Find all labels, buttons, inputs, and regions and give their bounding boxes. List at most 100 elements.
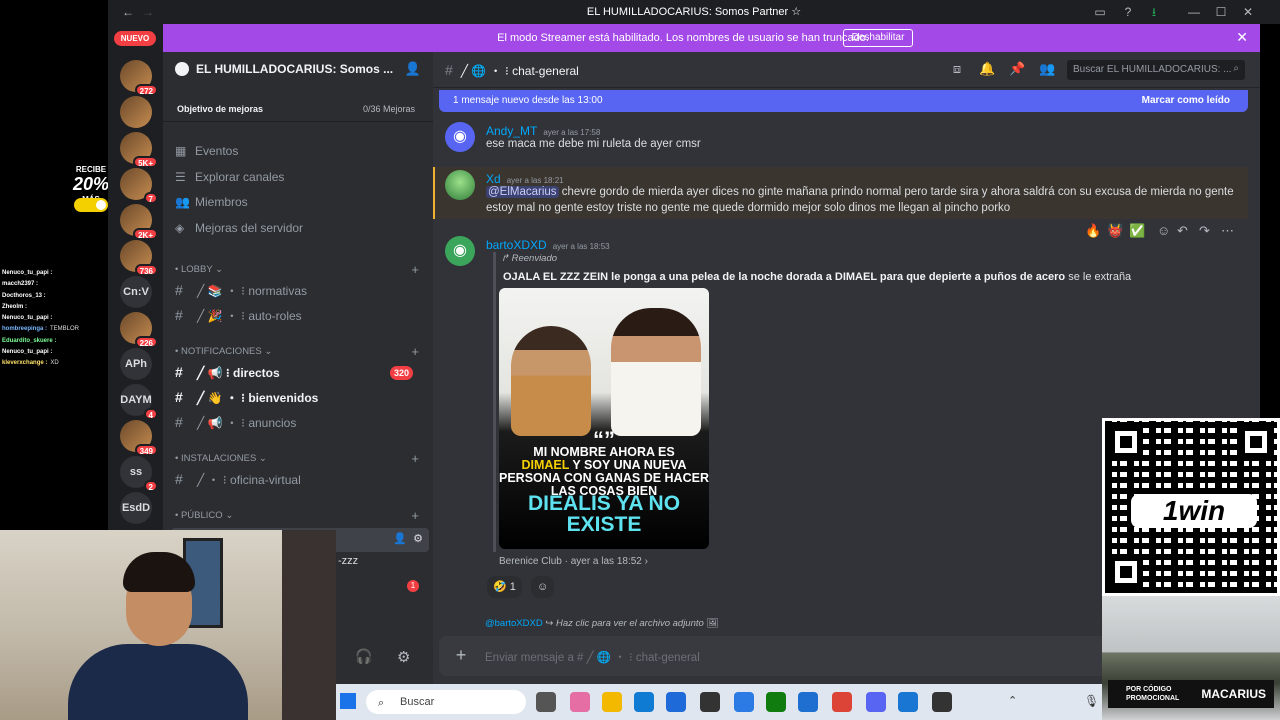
taskbar-search[interactable]: Buscar [366, 690, 526, 714]
members-list-icon[interactable]: 👥 [1039, 61, 1055, 77]
xbox-icon[interactable] [766, 692, 786, 712]
channel-category[interactable]: • NOTIFICACIONES ⌄ + [175, 344, 425, 359]
server-icon[interactable]: Cn:V [120, 276, 152, 308]
maximize-icon[interactable]: ☐ [1213, 4, 1229, 20]
pin-icon[interactable]: 📌 [1009, 61, 1025, 77]
new-messages-bar[interactable]: 1 mensaje nuevo desde las 13:00 Marcar c… [439, 90, 1248, 112]
download-icon[interactable]: ⭳ [1146, 4, 1162, 20]
threads-icon[interactable]: ⧈ [949, 61, 965, 77]
server-icon[interactable]: 7 [120, 168, 158, 204]
partial-channel[interactable]: -zzz [338, 555, 358, 567]
clock-app-icon[interactable] [898, 692, 918, 712]
task-view-icon[interactable] [536, 692, 556, 712]
add-channel-icon[interactable]: + [411, 344, 419, 359]
attached-image[interactable]: “” MI NOMBRE AHORA ES DIMAEL Y SOY UNA NUE… [499, 288, 709, 549]
vscode-icon[interactable] [734, 692, 754, 712]
add-channel-icon[interactable]: + [411, 508, 419, 523]
boost-goal[interactable]: Objetivo de mejoras 0/36 Mejoras [163, 96, 433, 122]
channel-item[interactable]: # ╱ 🎉 ・ ⁝ auto-roles [175, 307, 425, 329]
nav-item[interactable]: ◈ Mejoras del servidor [175, 221, 415, 243]
avatar[interactable] [445, 170, 475, 200]
server-icon[interactable]: DAYM 4 [120, 384, 158, 420]
channel-category[interactable]: • LOBBY ⌄ + [175, 262, 425, 277]
hash-icon: # [175, 282, 183, 298]
close-banner-icon[interactable]: ✕ [1236, 29, 1248, 46]
channel-item[interactable]: # ╱ ・ ⁝ oficina-virtual [175, 471, 425, 493]
user-settings-icon[interactable]: ⚙ [397, 648, 410, 666]
streamer [68, 552, 248, 720]
username[interactable]: bartoXDXD [486, 238, 547, 252]
nav-item[interactable]: 👥 Miembros [175, 195, 415, 217]
channel-category[interactable]: • PÚBLICO ⌄ + [175, 508, 425, 523]
close-window-icon[interactable]: ✕ [1240, 4, 1256, 20]
channel-item[interactable]: # ╱ 📚 ・ ⁝ normativas [175, 282, 425, 304]
copilot-icon[interactable] [570, 692, 590, 712]
minimize-icon[interactable]: — [1186, 4, 1202, 20]
help-icon[interactable]: ? [1120, 4, 1136, 20]
add-reaction-button[interactable]: ☺ [531, 576, 555, 598]
outlook-icon[interactable] [798, 692, 818, 712]
obs-icon[interactable] [932, 692, 952, 712]
mic-icon[interactable]: 🎙 [1084, 694, 1099, 708]
discord-icon[interactable] [866, 692, 886, 712]
forwarded-text: OJALA EL ZZZ ZEIN le ponga a una pelea d… [503, 271, 1132, 283]
add-reaction-icon[interactable]: ☺ [1157, 223, 1170, 238]
reaction-check[interactable]: ✅ [1129, 223, 1145, 239]
disable-streamer-button[interactable]: Deshabilitar [843, 29, 913, 47]
server-icon[interactable]: 272 [120, 60, 158, 96]
edge-icon[interactable] [634, 692, 654, 712]
nav-item[interactable]: ☰ Explorar canales [175, 170, 415, 192]
channel-item[interactable]: # ╱ 📢 ⁝ directos 320 [175, 364, 425, 386]
search-input[interactable]: Buscar EL HUMILLADOCARIUS: ... ⌕ [1067, 60, 1245, 80]
nav-item[interactable]: ▦ Eventos [175, 144, 415, 166]
user-mention[interactable]: @ElMacarius [486, 186, 559, 198]
server-icon[interactable]: 226 [120, 312, 158, 348]
stream-chat-user: hombreepinga : [2, 326, 48, 333]
bell-icon[interactable]: 🔔 [979, 61, 995, 77]
invite-people-icon[interactable]: 👤 [405, 61, 421, 77]
store-icon[interactable] [666, 692, 686, 712]
forward-icon[interactable]: ↷ [1199, 223, 1210, 239]
server-icon[interactable]: 349 [120, 420, 158, 456]
server-icon[interactable]: 736 [120, 240, 158, 276]
server-icon[interactable]: EsdD [120, 492, 152, 524]
file-explorer-icon[interactable] [602, 692, 622, 712]
add-channel-icon[interactable]: + [411, 262, 419, 277]
new-pill[interactable]: NUEVO [114, 31, 156, 46]
avatar[interactable]: ◉ [445, 122, 475, 152]
app-icon[interactable] [700, 692, 720, 712]
streamer-banner-text: El modo Streamer está habilitado. Los no… [497, 32, 869, 44]
add-channel-icon[interactable]: + [411, 451, 419, 466]
attach-plus-icon[interactable]: + [451, 645, 471, 665]
list-icon: ☰ [175, 169, 186, 184]
server-icon[interactable] [120, 96, 152, 128]
channel-item[interactable]: # ╱ 👋 ・ ⁝ bienvenidos [175, 389, 425, 411]
invite-icon[interactable]: 👤 [393, 532, 407, 545]
chrome-icon[interactable] [832, 692, 852, 712]
mark-read-button[interactable]: Marcar como leído [1142, 95, 1230, 106]
gear-icon[interactable]: ⚙ [413, 532, 423, 545]
channel-category[interactable]: • INSTALACIONES ⌄ + [175, 451, 425, 466]
stream-chat-line: Zheolm : [2, 302, 102, 313]
reaction-ogre[interactable]: 👹 [1107, 223, 1123, 239]
image-caption-highlight: DIEALIS YA NO EXISTE [527, 492, 681, 536]
avatar[interactable]: ◉ [445, 236, 475, 266]
tray-chevron-icon[interactable]: ⌃ [1008, 694, 1017, 707]
stream-chat-msg: TEMBLOR [50, 326, 80, 333]
channel-title: # ╱ 🌐 ・ ⁝ chat-general [445, 62, 579, 78]
server-icon[interactable]: 5K+ [120, 132, 158, 168]
channel-item[interactable]: # ╱ 📢 ・ ⁝ anuncios [175, 414, 425, 436]
reply-preview[interactable]: @bartoXDXD ↪ Haz clic para ver el archiv… [485, 618, 719, 629]
windows-start-icon[interactable] [340, 693, 356, 709]
server-icon[interactable]: APh [120, 348, 152, 380]
server-icon[interactable]: ss 2 [120, 456, 158, 492]
headphones-icon[interactable]: 🎧 [355, 648, 372, 665]
reaction-fire[interactable]: 🔥 [1085, 223, 1101, 239]
message-text: @ElMacarius chevre gordo de mierda ayer … [486, 186, 1234, 214]
forward-source[interactable]: Berenice Club · ayer a las 18:52 › [499, 556, 648, 567]
inbox-icon[interactable]: ▭ [1092, 4, 1108, 20]
reaction-pill[interactable]: 🤣 1 [487, 576, 522, 598]
reply-icon[interactable]: ↶ [1177, 223, 1188, 239]
more-icon[interactable]: ⋯ [1221, 223, 1234, 239]
server-icon[interactable]: 2K+ [120, 204, 158, 240]
